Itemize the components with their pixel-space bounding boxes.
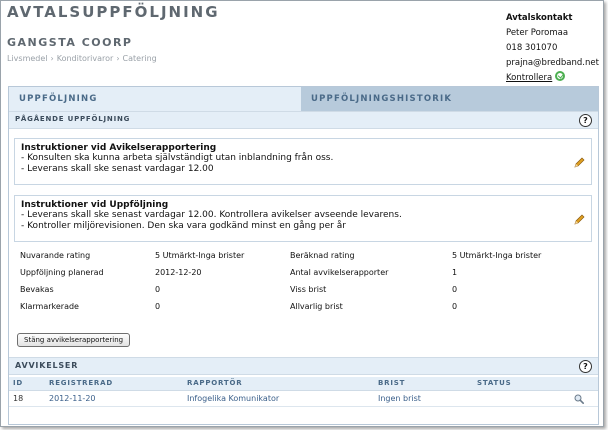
stat-value: 1: [452, 268, 458, 277]
note-deviation-instructions: Instruktioner vid Avikelserapportering -…: [14, 138, 592, 185]
breadcrumb-item[interactable]: Konditorivaror: [57, 54, 114, 63]
note-line: - Konsulten ska kunna arbeta självständi…: [21, 153, 334, 163]
stat-value: 0: [155, 302, 161, 311]
stats-row: Klarmarkerade 0 Allvarlig brist 0: [20, 302, 590, 319]
contact-phone: 018 301070: [506, 43, 558, 53]
stat-label: Antal avvikelserapporter: [290, 268, 389, 277]
pencil-icon[interactable]: [573, 157, 585, 169]
stat-label: Viss brist: [290, 285, 327, 294]
stat-value: 5 Utmärkt-Inga brister: [452, 251, 542, 260]
stat-label: Uppföljning planerad: [20, 268, 104, 277]
deviations-section-label: AVVIKELSER: [15, 361, 79, 370]
magnifier-icon[interactable]: [574, 394, 584, 404]
main-panel: UPPFÖLJNING UPPFÖLJNINGSHISTORIK PÅGÅEND…: [8, 86, 599, 425]
breadcrumb: Livsmedel › Konditorivaror › Catering: [7, 54, 157, 63]
ok-circle-icon[interactable]: [555, 71, 566, 81]
breadcrumb-separator: ›: [50, 54, 54, 63]
column-header-defect[interactable]: BRIST: [378, 379, 405, 387]
contact-email[interactable]: prajna@bredband.net: [506, 56, 599, 71]
cell-id: 18: [13, 394, 24, 403]
check-link[interactable]: Kontrollera: [506, 73, 552, 83]
stat-label: Beräknad rating: [290, 251, 355, 260]
stats-grid: Nuvarande rating 5 Utmärkt-Inga brister …: [20, 251, 590, 319]
note-title: Instruktioner vid Avikelserapportering: [21, 143, 217, 153]
stats-row: Bevakas 0 Viss brist 0: [20, 285, 590, 302]
company-name: GANGSTA COORP: [7, 36, 133, 49]
note-title: Instruktioner vid Uppföljning: [21, 200, 169, 210]
column-header-status[interactable]: STATUS: [477, 379, 511, 387]
note-line: - Leverans skall ske senast vardagar 12.…: [21, 164, 214, 174]
column-header-registered[interactable]: REGISTRERAD: [49, 379, 113, 387]
note-followup-instructions: Instruktioner vid Uppföljning - Leverans…: [14, 195, 592, 242]
breadcrumb-item[interactable]: Livsmedel: [7, 54, 48, 63]
tab-uppfoljningshistorik[interactable]: UPPFÖLJNINGSHISTORIK: [301, 87, 598, 111]
pencil-icon[interactable]: [573, 214, 585, 226]
cell-reporter[interactable]: Infogelika Komunikator: [187, 394, 279, 403]
deviations-section-header: AVVIKELSER ?: [9, 357, 598, 375]
deviations-table-header: ID REGISTRERAD RAPPORTÖR BRIST STATUS: [9, 377, 598, 391]
note-line: - Leverans skall ske senast vardagar 12.…: [21, 210, 402, 220]
page-title: AVTALSUPPFÖLJNING: [7, 3, 220, 21]
stat-value: 5 Utmärkt-Inga brister: [155, 251, 245, 260]
contact-heading: Avtalskontakt: [506, 13, 573, 23]
ongoing-section-label: PÅGÅENDE UPPFÖLJNING: [15, 115, 131, 123]
stats-row: Nuvarande rating 5 Utmärkt-Inga brister …: [20, 251, 590, 268]
column-header-id[interactable]: ID: [13, 379, 23, 387]
stat-label: Bevakas: [20, 285, 54, 294]
stat-label: Allvarlig brist: [290, 302, 343, 311]
breadcrumb-item[interactable]: Catering: [123, 54, 157, 63]
tab-bar: UPPFÖLJNING UPPFÖLJNINGSHISTORIK: [9, 87, 598, 111]
help-icon[interactable]: ?: [579, 360, 592, 373]
contact-card: Avtalskontakt Peter Poromaa 018 301070 p…: [506, 11, 599, 86]
check-row: Kontrollera: [506, 71, 599, 86]
stat-value: 2012-12-20: [155, 268, 202, 277]
tab-uppfoljning[interactable]: UPPFÖLJNING: [9, 87, 301, 111]
cell-registered[interactable]: 2012-11-20: [49, 394, 96, 403]
help-icon[interactable]: ?: [579, 114, 592, 127]
close-deviation-reporting-button[interactable]: Stäng avvikelserapportering: [17, 333, 131, 347]
stat-value: 0: [155, 285, 161, 294]
app-window: AVTALSUPPFÖLJNING GANGSTA COORP Livsmede…: [0, 0, 604, 427]
table-row[interactable]: 18 2012-11-20 Infogelika Komunikator Ing…: [9, 392, 598, 407]
contact-name: Peter Poromaa: [506, 28, 569, 38]
stat-value: 0: [452, 302, 458, 311]
note-line: - Kontroller miljörevisionen. Den ska va…: [21, 221, 346, 231]
stat-label: Nuvarande rating: [20, 251, 91, 260]
stat-label: Klarmarkerade: [20, 302, 79, 311]
ongoing-section-header: PÅGÅENDE UPPFÖLJNING ?: [9, 111, 598, 129]
cell-defect[interactable]: Ingen brist: [378, 394, 421, 403]
breadcrumb-separator: ›: [116, 54, 120, 63]
stat-value: 0: [452, 285, 458, 294]
stats-row: Uppföljning planerad 2012-12-20 Antal av…: [20, 268, 590, 285]
column-header-reporter[interactable]: RAPPORTÖR: [187, 379, 242, 387]
